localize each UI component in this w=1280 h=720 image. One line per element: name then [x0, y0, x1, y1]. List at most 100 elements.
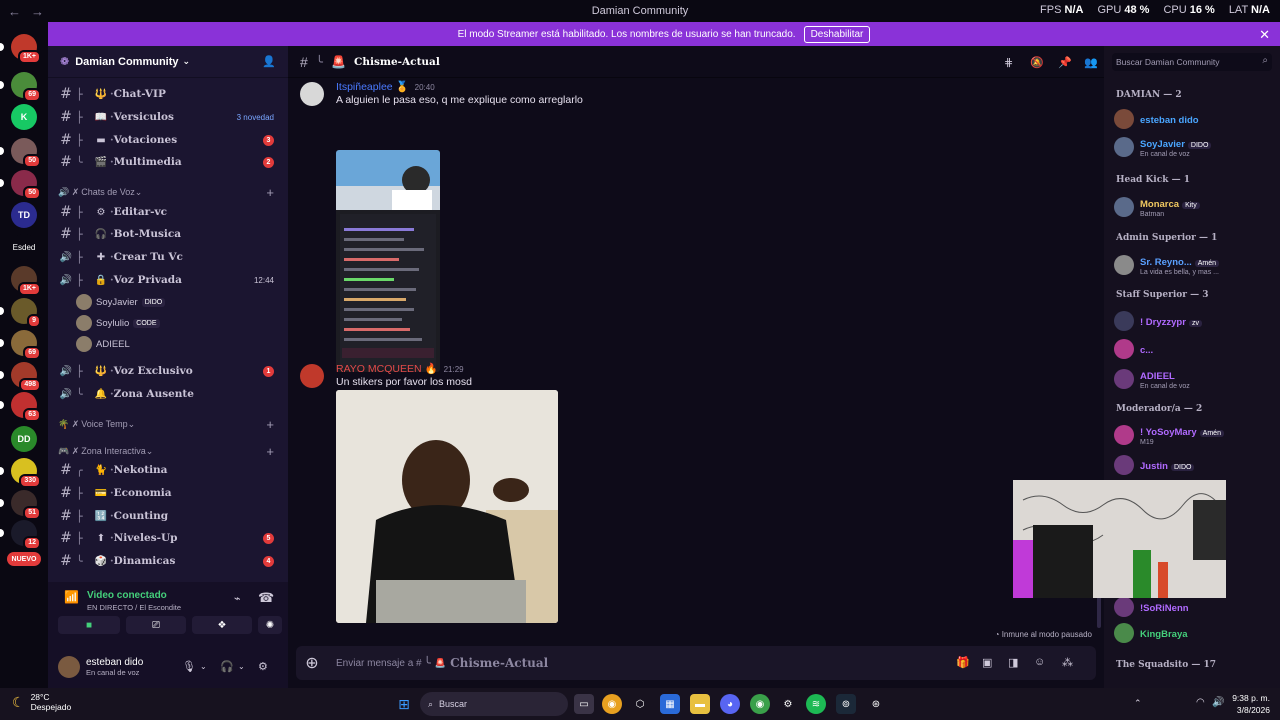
channel-bot-musica[interactable]: # ├ 🎧 · Bot-Musica: [56, 224, 284, 244]
threads-icon[interactable]: ⋕: [1004, 56, 1013, 69]
close-icon[interactable]: ✕: [1259, 27, 1270, 43]
photos-icon[interactable]: ▦: [660, 694, 680, 714]
apps-icon[interactable]: ⁂: [1062, 656, 1073, 669]
headphones-icon[interactable]: 🎧: [220, 660, 234, 673]
chrome-icon[interactable]: ◉: [602, 694, 622, 714]
forward-arrow-icon[interactable]: →: [31, 4, 44, 19]
photo-attachment[interactable]: [336, 390, 558, 623]
member-item[interactable]: ! YoSoyMary Amén M19: [1114, 422, 1274, 448]
noise-suppression-icon[interactable]: ⌁: [234, 592, 241, 605]
sticker-icon[interactable]: ◨: [1008, 656, 1018, 669]
avatar[interactable]: [300, 364, 324, 388]
screenshot-attachment[interactable]: [336, 150, 440, 372]
channel-economia[interactable]: # ├ 💳 · Economia: [56, 483, 284, 503]
channel-chat-vip[interactable]: # ├ 🔱 · Chat-VIP: [56, 84, 284, 104]
spotify-icon[interactable]: ≋: [806, 694, 826, 714]
server-icon[interactable]: 69: [0, 330, 41, 360]
server-icon[interactable]: 50: [0, 170, 41, 200]
server-icon[interactable]: 1K+: [11, 266, 41, 296]
server-icon[interactable]: 12: [0, 520, 41, 550]
member-item[interactable]: c...: [1114, 336, 1274, 362]
channel-nekotina[interactable]: # ╭ 🐈 · Nekotina: [56, 460, 284, 480]
avatar[interactable]: [300, 82, 324, 106]
voice-user[interactable]: SoyJavier DIDO: [76, 293, 166, 311]
server-icon[interactable]: 51: [0, 490, 41, 520]
category-header[interactable]: 🔊 ✗ Chats de Voz ⌄ +: [58, 184, 284, 200]
member-item[interactable]: esteban dido: [1114, 106, 1274, 132]
member-item[interactable]: Monarca Kity Batman: [1114, 194, 1274, 220]
notifications-off-icon[interactable]: 🔕: [1030, 56, 1044, 69]
chevron-down-icon[interactable]: ⌄: [238, 662, 245, 671]
message-author[interactable]: Itspiñeaplee 🏅 20:40: [336, 80, 435, 93]
add-channel-icon[interactable]: +: [266, 444, 274, 459]
windows-start-icon[interactable]: ⊞: [394, 694, 414, 714]
channel-niveles-up[interactable]: # ├ ⬆ · Niveles-Up 5: [56, 528, 284, 548]
gear-icon[interactable]: ⚙: [258, 660, 268, 673]
soundboard-button[interactable]: ✺: [258, 616, 282, 634]
channel-voz-privada[interactable]: 🔊 ├ 🔒 · Voz Privada 12:44: [56, 270, 284, 290]
member-item[interactable]: ! Dryzzypr zv: [1114, 308, 1274, 334]
member-item[interactable]: Sr. Reyno... Amén La vida es bella, y mas …: [1114, 252, 1274, 278]
server-icon[interactable]: 330: [0, 458, 41, 488]
activities-button[interactable]: ❖: [192, 616, 252, 634]
member-item[interactable]: KingBraya: [1114, 620, 1274, 646]
clock[interactable]: 9:38 p. m. 3/8/2026: [1232, 692, 1270, 716]
category-header[interactable]: 🎮 ✗ Zona Interactiva ⌄ +: [58, 443, 284, 459]
message-composer[interactable]: ⊕ Enviar mensaje a # ╰ 🚨 Chisme-Actual 🎁…: [296, 646, 1096, 680]
discord-icon[interactable]: ◕: [720, 694, 740, 714]
disconnect-icon[interactable]: ☎: [258, 590, 274, 606]
gift-icon[interactable]: 🎁: [956, 656, 970, 669]
gif-icon[interactable]: ▣: [982, 656, 992, 669]
channel-zona-ausente[interactable]: 🔊 ╰ 🔔 · Zona Ausente: [56, 384, 284, 404]
channel-editar-vc[interactable]: # ├ ⚙ · Editar-vc: [56, 202, 284, 222]
server-icon[interactable]: 50: [0, 138, 41, 168]
member-item[interactable]: Justin DIDO: [1114, 452, 1274, 478]
category-header[interactable]: 🌴 ✗ Voice Temp ⌄ +: [58, 416, 284, 432]
weather-widget[interactable]: ☾ 28°C Despejado: [12, 692, 71, 712]
wifi-icon[interactable]: ◠: [1196, 697, 1205, 708]
server-icon[interactable]: DD: [11, 426, 37, 452]
server-icon[interactable]: 63: [0, 392, 41, 422]
chrome-profile-icon[interactable]: ◉: [750, 694, 770, 714]
emoji-icon[interactable]: ☺: [1034, 656, 1045, 668]
microphone-icon[interactable]: 🎙: [182, 660, 196, 673]
channel-votaciones[interactable]: # ├ ▬ · Votaciones 3: [56, 130, 284, 150]
voice-user[interactable]: Soylulio CODE: [76, 314, 160, 332]
pin-icon[interactable]: 📌: [1058, 56, 1072, 69]
invite-icon[interactable]: 👤: [262, 55, 276, 68]
channel-versiculos[interactable]: # ├ 📖 · Versiculos 3 novedad: [56, 107, 284, 127]
screen-share-button[interactable]: ⎚: [126, 616, 186, 634]
member-item[interactable]: ADIEEL En canal de voz: [1114, 366, 1274, 392]
avatar[interactable]: [58, 656, 80, 678]
channel-crear-tu-vc[interactable]: 🔊 ├ ✚ · Crear Tu Vc: [56, 247, 284, 267]
folder-icon[interactable]: ▬: [690, 694, 710, 714]
server-icon[interactable]: 69: [0, 72, 41, 102]
server-icon[interactable]: TD: [11, 202, 37, 228]
channel-voz-exclusivo[interactable]: 🔊 ├ 🔱 · Voz Exclusivo 1: [56, 361, 284, 381]
task-view-icon[interactable]: ▭: [574, 694, 594, 714]
channel-multimedia[interactable]: # ╰ 🎬 · Multimedia 2: [56, 152, 284, 172]
disable-streamer-button[interactable]: Deshabilitar: [803, 25, 871, 43]
server-icon[interactable]: K: [11, 104, 37, 130]
add-channel-icon[interactable]: +: [266, 417, 274, 432]
server-icon[interactable]: 9: [0, 298, 41, 328]
add-channel-icon[interactable]: +: [266, 185, 274, 200]
back-arrow-icon[interactable]: ←: [8, 4, 21, 19]
tray-chevron-icon[interactable]: ⌃: [1134, 698, 1142, 709]
settings-icon[interactable]: ⚙: [778, 694, 798, 714]
channel-dinamicas[interactable]: # ╰ 🎲 · Dinamicas 4: [56, 551, 284, 571]
steam-icon[interactable]: ⊚: [836, 694, 856, 714]
members-icon[interactable]: 👥: [1084, 56, 1098, 69]
search-input[interactable]: Buscar Damian Community ⌕: [1112, 53, 1272, 71]
volume-icon[interactable]: 🔊: [1212, 697, 1224, 708]
taskbar-search[interactable]: ⌕ Buscar: [420, 692, 568, 716]
add-attachment-icon[interactable]: ⊕: [296, 653, 328, 673]
chevron-down-icon[interactable]: ⌄: [200, 662, 207, 671]
camera-button[interactable]: ■: [58, 616, 120, 634]
server-header[interactable]: ❁ Damian Community ⌄ 👤: [48, 46, 288, 78]
app-icon[interactable]: ⊛: [866, 694, 886, 714]
message-author[interactable]: RAYO MCQUEEN 🔥 21:29: [336, 362, 464, 375]
server-icon[interactable]: 498: [0, 362, 41, 392]
voice-user[interactable]: ADIEEL: [76, 335, 130, 353]
member-item[interactable]: SoyJavier DIDO En canal de voz: [1114, 134, 1274, 160]
